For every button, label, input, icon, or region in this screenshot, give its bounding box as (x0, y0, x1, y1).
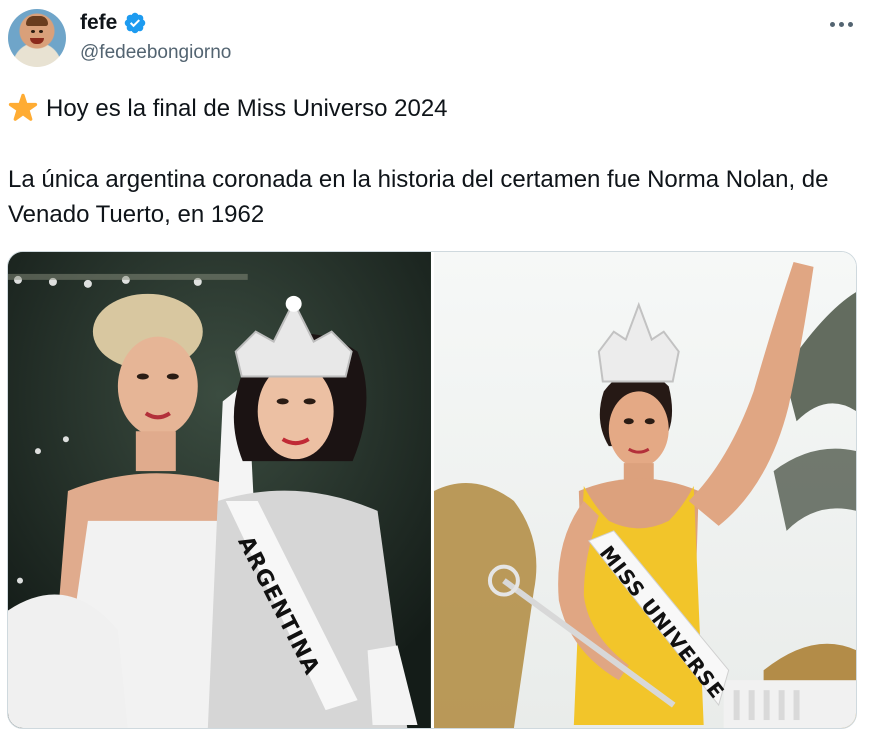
tweet-line: Hoy es la final de Miss Universo 2024 (8, 91, 848, 126)
avatar-eye (39, 30, 43, 33)
photo-coronation-image: ARGENTINA (8, 252, 431, 728)
photo-coronation[interactable]: ARGENTINA (8, 252, 431, 728)
author-name-row: fefe (80, 10, 147, 36)
dot (848, 21, 853, 27)
more-options-icon[interactable] (830, 20, 856, 28)
avatar-eye (31, 30, 35, 33)
media-grid: ARGENTINA MISS UNIVERSE (7, 251, 857, 729)
avatar-smile (30, 38, 44, 44)
dot (839, 21, 844, 27)
author-handle[interactable]: @fedeebongiorno (80, 42, 231, 64)
photo-waving-image: MISS UNIVERSE (433, 252, 856, 728)
avatar[interactable] (8, 9, 66, 67)
star-emoji-icon (8, 93, 38, 121)
photo-waving[interactable]: MISS UNIVERSE (433, 252, 856, 728)
verified-badge-icon (125, 12, 146, 34)
tweet-text: Hoy es la final de Miss Universo 2024 La… (8, 91, 848, 232)
avatar-hair (26, 16, 48, 26)
tweet-line-2: La única argentina coronada en la histor… (8, 166, 829, 228)
dot (830, 21, 835, 27)
display-name[interactable]: fefe (80, 11, 117, 35)
tweet-line-1: Hoy es la final de Miss Universo 2024 (46, 95, 448, 122)
